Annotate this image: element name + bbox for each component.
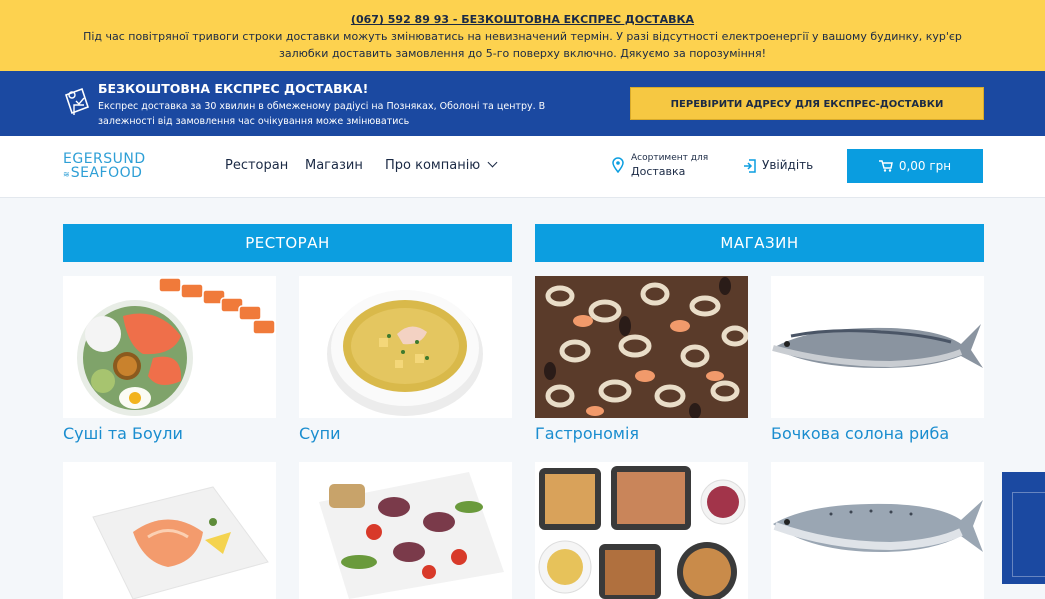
login-icon bbox=[744, 159, 756, 173]
category-card-fish-dishes[interactable] bbox=[63, 462, 276, 599]
grilled-vegetables-image bbox=[299, 462, 512, 599]
floating-promo-frame bbox=[1012, 492, 1045, 577]
category-label-soups[interactable]: Супи bbox=[299, 424, 341, 443]
category-label-sushi[interactable]: Суші та Боули bbox=[63, 424, 183, 443]
cart-icon bbox=[878, 159, 893, 172]
logo-bottom: SEAFOOD bbox=[70, 165, 143, 181]
category-card-gastronomy[interactable] bbox=[535, 276, 748, 418]
location-pin-icon bbox=[612, 157, 624, 173]
category-card-soups[interactable] bbox=[299, 276, 512, 418]
cart-button[interactable]: 0,00 грн bbox=[847, 149, 983, 183]
promo-description: Експрес доставка за 30 хвилин в обмежено… bbox=[98, 101, 546, 127]
nav-restaurant[interactable]: Ресторан bbox=[225, 158, 288, 173]
category-card-chilled-fish[interactable] bbox=[771, 462, 984, 599]
delivery-bag-icon bbox=[64, 87, 90, 115]
salmon-image bbox=[771, 462, 984, 599]
logo-top: EGERSUND bbox=[63, 151, 146, 167]
category-label-barrel-salted-fish[interactable]: Бочкова солона риба bbox=[771, 424, 949, 443]
ready-meals-image bbox=[535, 462, 748, 599]
nav-shop[interactable]: Магазин bbox=[305, 158, 363, 173]
express-delivery-banner: БЕЗКОШТОВНА ЕКСПРЕС ДОСТАВКА! Експрес до… bbox=[0, 71, 1045, 136]
category-label-gastronomy[interactable]: Гастрономія bbox=[535, 424, 639, 443]
check-address-button[interactable]: ПЕРЕВІРИТИ АДРЕСУ ДЛЯ ЕКСПРЕС-ДОСТАВКИ bbox=[630, 87, 984, 120]
login-label: Увійдіть bbox=[762, 158, 814, 172]
section-shop[interactable]: МАГАЗИН bbox=[535, 224, 984, 262]
category-card-grill[interactable] bbox=[299, 462, 512, 599]
category-card-sushi[interactable] bbox=[63, 276, 276, 418]
phone-link[interactable]: (067) 592 89 93 - БЕЗКОШТОВНА ЕКСПРЕС ДО… bbox=[0, 11, 1045, 28]
promo-title: БЕЗКОШТОВНА ЕКСПРЕС ДОСТАВКА! bbox=[98, 81, 369, 96]
category-card-ready-meals[interactable] bbox=[535, 462, 748, 599]
soup-image bbox=[299, 276, 512, 418]
assortment-label: Асортимент для bbox=[631, 153, 709, 163]
sushi-bowl-image bbox=[63, 276, 276, 418]
floating-promo-widget[interactable] bbox=[1002, 472, 1045, 584]
cart-total: 0,00 грн bbox=[898, 159, 952, 173]
seafood-mix-image bbox=[535, 276, 748, 418]
logo[interactable]: EGERSUND ≋ SEAFOOD bbox=[63, 152, 146, 182]
main-header: EGERSUND ≋ SEAFOOD Ресторан Магазин Про к… bbox=[0, 136, 1045, 198]
air-raid-alert-bar: (067) 592 89 93 - БЕЗКОШТОВНА ЕКСПРЕС ДО… bbox=[0, 0, 1045, 71]
wave-icon: ≋ bbox=[63, 170, 70, 179]
chevron-down-icon bbox=[487, 157, 498, 168]
assortment-value: Доставка bbox=[631, 165, 686, 178]
nav-about-dropdown[interactable]: Про компанію bbox=[385, 157, 498, 173]
mackerel-image bbox=[771, 276, 984, 418]
salmon-steak-image bbox=[63, 462, 276, 599]
nav-about-label: Про компанію bbox=[385, 158, 481, 173]
category-card-barrel-salted-fish[interactable] bbox=[771, 276, 984, 418]
section-restaurant[interactable]: РЕСТОРАН bbox=[63, 224, 512, 262]
alert-message: Під час повітряної тривоги строки достав… bbox=[83, 30, 962, 60]
